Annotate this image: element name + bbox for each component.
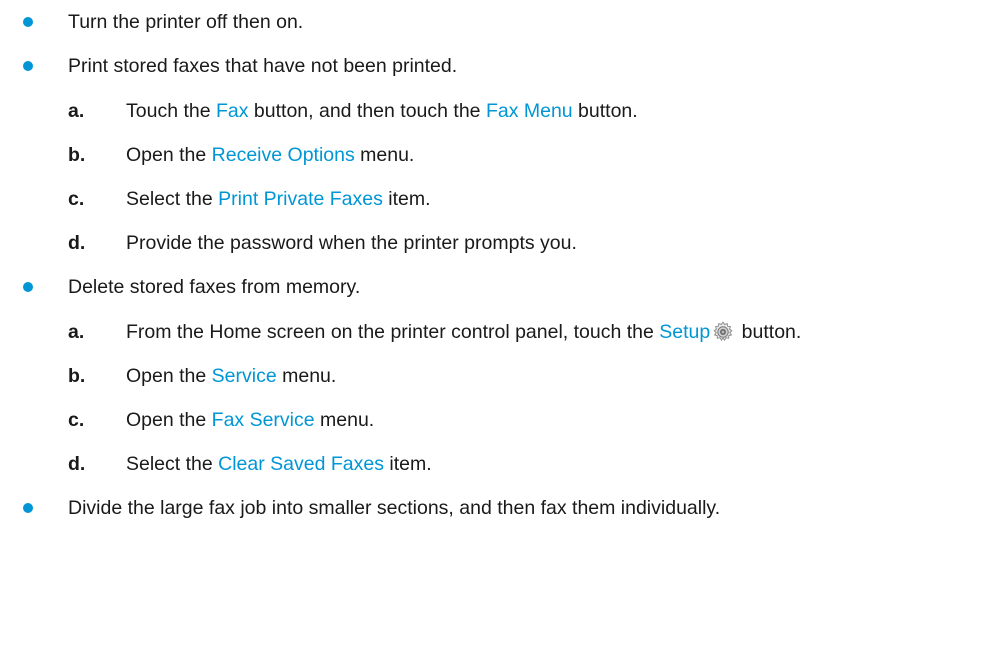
step-letter: a. — [68, 100, 85, 122]
list-item-text: Divide the large fax job into smaller se… — [68, 497, 721, 519]
setup-button-label: Setup — [659, 321, 711, 343]
step-item: Select the Clear Saved Faxes item. — [126, 452, 432, 476]
step-text: menu. — [314, 409, 375, 431]
bullet-icon — [23, 17, 33, 27]
step-text: Touch the — [126, 100, 216, 122]
step-item: Select the Print Private Faxes item. — [126, 187, 431, 211]
step-letter: a. — [68, 321, 85, 343]
clear-saved-faxes-item-label: Clear Saved Faxes — [218, 453, 384, 475]
step-letter: d. — [68, 232, 86, 254]
fax-button-label: Fax — [215, 100, 249, 122]
step-text: button. — [572, 100, 638, 122]
step-item: Open the Service menu. — [126, 364, 336, 388]
step-text: item. — [383, 453, 432, 475]
step-item: From the Home screen on the printer cont… — [126, 320, 801, 344]
gear-icon — [712, 321, 734, 343]
step-item: Provide the password when the printer pr… — [126, 231, 577, 255]
bullet-icon — [23, 282, 33, 292]
print-private-faxes-item-label: Print Private Faxes — [218, 188, 383, 210]
fax-service-menu-label: Fax Service — [211, 409, 315, 431]
service-menu-label: Service — [211, 365, 277, 387]
step-letter: d. — [68, 453, 86, 475]
step-letter: c. — [68, 188, 85, 210]
list-item: Print stored faxes that have not been pr… — [68, 54, 457, 78]
receive-options-menu-label: Receive Options — [211, 144, 355, 166]
list-item-text: Print stored faxes that have not been pr… — [68, 55, 458, 77]
step-letter: b. — [68, 365, 86, 387]
list-item-text: Delete stored faxes from memory. — [68, 276, 361, 298]
step-text: Select the — [126, 453, 219, 475]
step-text: menu. — [276, 365, 337, 387]
step-text: Provide the password when the printer pr… — [126, 232, 577, 254]
step-text: From the Home screen on the printer cont… — [126, 321, 660, 343]
fax-menu-button-label: Fax Menu — [485, 100, 573, 122]
step-item: Touch the Fax button, and then touch the… — [126, 99, 638, 123]
step-text: menu. — [354, 144, 415, 166]
step-text: button, and then touch the — [248, 100, 486, 122]
step-text: Open the — [126, 365, 212, 387]
step-item: Open the Receive Options menu. — [126, 143, 414, 167]
step-text: Open the — [126, 144, 212, 166]
list-item: Turn the printer off then on. — [68, 10, 303, 34]
list-item: Divide the large fax job into smaller se… — [68, 496, 720, 520]
list-item-text: Turn the printer off then on. — [68, 11, 304, 33]
step-letter: b. — [68, 144, 86, 166]
step-item: Open the Fax Service menu. — [126, 408, 374, 432]
step-text: Select the — [126, 188, 219, 210]
bullet-icon — [23, 61, 33, 71]
bullet-icon — [23, 503, 33, 513]
list-item: Delete stored faxes from memory. — [68, 275, 360, 299]
step-text: item. — [382, 188, 431, 210]
step-text: Open the — [126, 409, 212, 431]
step-letter: c. — [68, 409, 85, 431]
step-text: button. — [736, 321, 802, 343]
